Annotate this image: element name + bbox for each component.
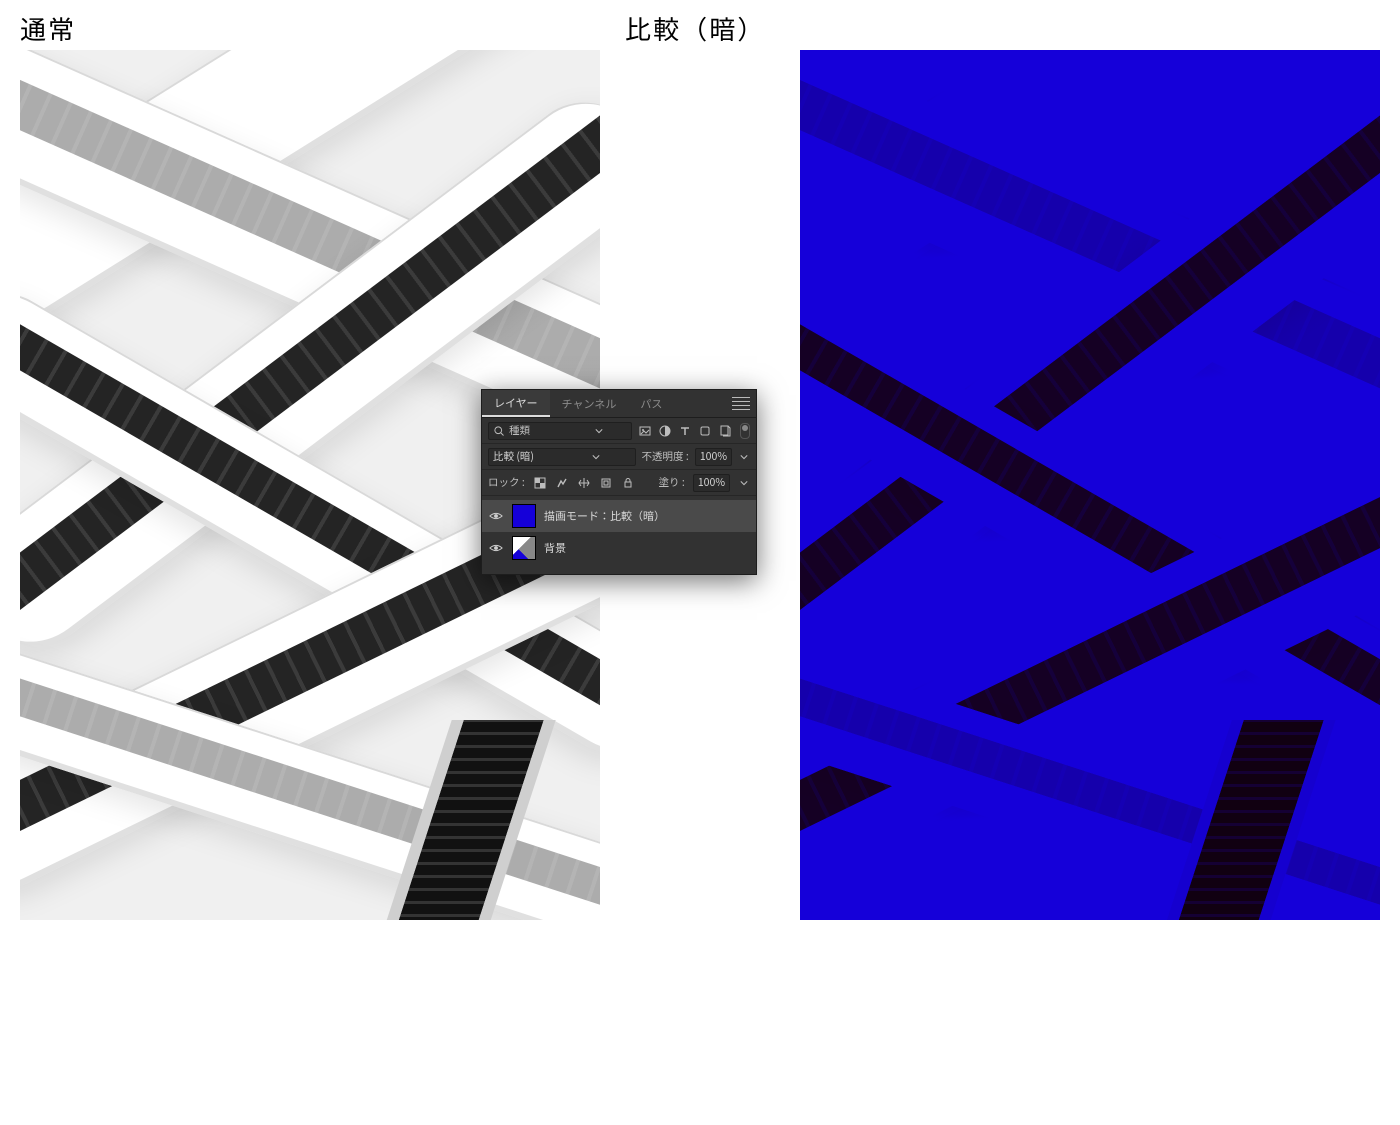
- caption-darken: 比較（暗）: [625, 10, 765, 47]
- filter-type-icon[interactable]: [678, 424, 692, 438]
- tab-channels[interactable]: チャンネル: [550, 390, 629, 417]
- fill-input[interactable]: 100%: [693, 474, 730, 492]
- visibility-eye-icon[interactable]: [488, 540, 504, 556]
- layer-name: 背景: [544, 540, 750, 556]
- opacity-label: 不透明度 :: [642, 449, 689, 464]
- layers-list: 描画モード：比較（暗） 背景: [482, 496, 756, 574]
- lock-image-icon[interactable]: [555, 476, 569, 490]
- visibility-eye-icon[interactable]: [488, 508, 504, 524]
- layers-panel: レイヤー チャンネル パス 種類: [481, 389, 757, 575]
- layer-filter-kind-label: 種類: [509, 423, 566, 438]
- filter-toggle-switch[interactable]: [740, 423, 750, 439]
- lock-fill-row: ロック : 塗り : 10: [482, 470, 756, 496]
- fill-value: 100%: [698, 475, 725, 490]
- layer-filter-row: 種類: [482, 418, 756, 444]
- layer-name: 描画モード：比較（暗）: [544, 508, 750, 524]
- layer-row[interactable]: 背景: [482, 532, 756, 564]
- filter-adjustment-icon[interactable]: [658, 424, 672, 438]
- panel-tabbar: レイヤー チャンネル パス: [482, 390, 756, 418]
- filter-smartobject-icon[interactable]: [718, 424, 732, 438]
- blend-mode-value: 比較 (暗): [493, 449, 562, 464]
- lock-label: ロック :: [488, 475, 525, 490]
- opacity-input[interactable]: 100%: [695, 448, 732, 466]
- lock-position-icon[interactable]: [577, 476, 591, 490]
- panel-flyout-menu-icon[interactable]: [732, 395, 750, 413]
- fill-chevron-icon[interactable]: [738, 477, 750, 489]
- search-icon: [493, 425, 505, 437]
- chevron-down-icon: [562, 451, 631, 463]
- blend-opacity-row: 比較 (暗) 不透明度 : 100%: [482, 444, 756, 470]
- blue-overlay: [800, 50, 1380, 920]
- layer-filter-kind-dropdown[interactable]: 種類: [488, 422, 632, 440]
- chevron-down-icon: [570, 425, 627, 437]
- lock-transparency-icon[interactable]: [533, 476, 547, 490]
- opacity-value: 100%: [700, 449, 727, 464]
- opacity-chevron-icon[interactable]: [738, 451, 750, 463]
- filter-shape-icon[interactable]: [698, 424, 712, 438]
- filter-pixel-icon[interactable]: [638, 424, 652, 438]
- fill-label: 塗り :: [659, 475, 685, 490]
- layer-row[interactable]: 描画モード：比較（暗）: [482, 500, 756, 532]
- lock-artboard-icon[interactable]: [599, 476, 613, 490]
- blend-mode-dropdown[interactable]: 比較 (暗): [488, 448, 636, 466]
- caption-normal: 通常: [20, 10, 76, 47]
- layer-thumbnail: [512, 536, 536, 560]
- tab-paths[interactable]: パス: [628, 390, 674, 417]
- preview-image-darken: [800, 50, 1380, 920]
- layer-thumbnail: [512, 504, 536, 528]
- lock-all-icon[interactable]: [621, 476, 635, 490]
- tab-layers[interactable]: レイヤー: [482, 390, 550, 417]
